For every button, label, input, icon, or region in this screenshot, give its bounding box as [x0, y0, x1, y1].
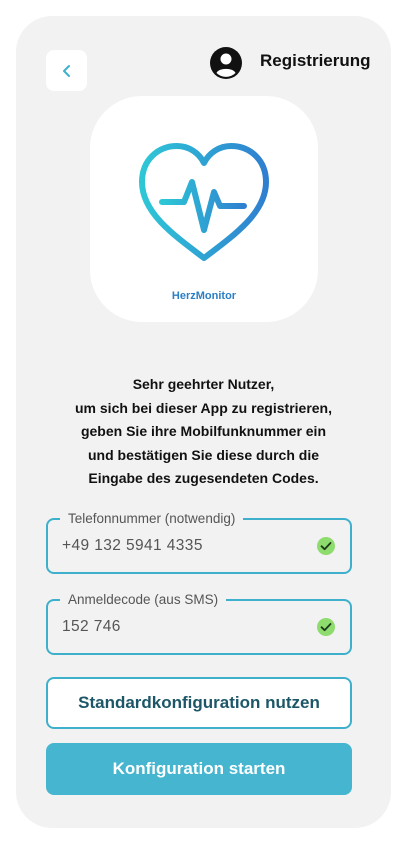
default-config-button[interactable]: Standardkonfiguration nutzen: [46, 677, 352, 729]
intro-text: Sehr geehrter Nutzer, um sich bei dieser…: [75, 376, 332, 487]
app-name: HerzMonitor: [171, 290, 237, 302]
sms-code-field-label: Anmeldecode (aus SMS): [60, 591, 227, 609]
phone-input[interactable]: [62, 537, 292, 555]
phone-field-label: Telefonnummer (notwendig): [60, 510, 244, 528]
check-circle-icon: [317, 537, 335, 555]
back-button[interactable]: [46, 50, 87, 91]
sms-code-input[interactable]: [62, 618, 292, 636]
registration-screen: Registrierung HerzMonitor Sehr geehrter …: [16, 16, 391, 828]
app-logo-tile: HerzMonitor: [90, 96, 318, 322]
chevron-left-icon: [62, 64, 70, 77]
account-circle-icon[interactable]: [209, 46, 243, 80]
phone-field[interactable]: Telefonnummer (notwendig): [46, 510, 352, 574]
page-title: Registrierung: [260, 51, 371, 70]
check-circle-icon: [317, 618, 335, 636]
sms-code-field[interactable]: Anmeldecode (aus SMS): [46, 591, 352, 655]
start-config-button[interactable]: Konfiguration starten: [46, 743, 352, 795]
heart-pulse-icon: [139, 143, 269, 261]
